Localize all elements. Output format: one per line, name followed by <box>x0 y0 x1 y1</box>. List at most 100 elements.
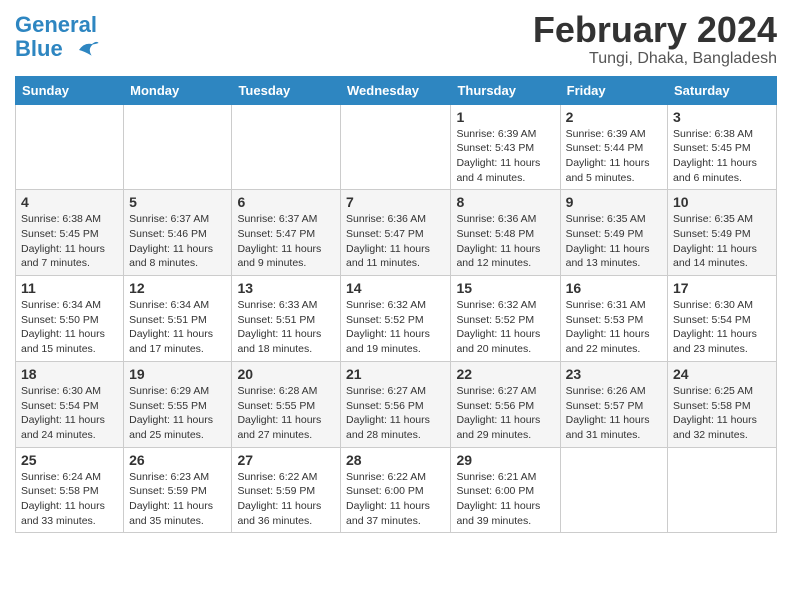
day-number: 11 <box>21 280 118 296</box>
day-number: 19 <box>129 366 226 382</box>
logo: General Blue <box>15 14 100 64</box>
day-number: 27 <box>237 452 335 468</box>
calendar-day-cell: 21 Sunrise: 6:27 AM Sunset: 5:56 PM Dayli… <box>341 361 451 447</box>
day-number: 13 <box>237 280 335 296</box>
day-number: 18 <box>21 366 118 382</box>
day-number: 25 <box>21 452 118 468</box>
calendar-day-cell: 12 Sunrise: 6:34 AM Sunset: 5:51 PM Dayli… <box>124 276 232 362</box>
calendar-day-cell: 27 Sunrise: 6:22 AM Sunset: 5:59 PM Dayli… <box>232 447 341 533</box>
calendar-day-cell: 24 Sunrise: 6:25 AM Sunset: 5:58 PM Dayli… <box>668 361 777 447</box>
day-info: Sunrise: 6:34 AM Sunset: 5:51 PM Dayligh… <box>129 298 226 357</box>
calendar-day-cell: 23 Sunrise: 6:26 AM Sunset: 5:57 PM Dayli… <box>560 361 667 447</box>
day-info: Sunrise: 6:39 AM Sunset: 5:43 PM Dayligh… <box>456 127 554 186</box>
calendar-day-cell <box>16 104 124 190</box>
day-number: 29 <box>456 452 554 468</box>
day-info: Sunrise: 6:34 AM Sunset: 5:50 PM Dayligh… <box>21 298 118 357</box>
calendar-day-cell: 29 Sunrise: 6:21 AM Sunset: 6:00 PM Dayli… <box>451 447 560 533</box>
weekday-header-friday: Friday <box>560 76 667 104</box>
calendar-day-cell <box>668 447 777 533</box>
calendar-day-cell: 20Sunrise: 6:28 AM Sunset: 5:55 PM Dayli… <box>232 361 341 447</box>
calendar-day-cell: 2 Sunrise: 6:39 AM Sunset: 5:44 PM Daylig… <box>560 104 667 190</box>
calendar-day-cell: 8Sunrise: 6:36 AM Sunset: 5:48 PM Daylig… <box>451 190 560 276</box>
calendar-day-cell: 16 Sunrise: 6:31 AM Sunset: 5:53 PM Dayli… <box>560 276 667 362</box>
day-number: 15 <box>456 280 554 296</box>
day-number: 23 <box>566 366 662 382</box>
calendar-day-cell: 1 Sunrise: 6:39 AM Sunset: 5:43 PM Daylig… <box>451 104 560 190</box>
day-number: 5 <box>129 194 226 210</box>
day-info: Sunrise: 6:26 AM Sunset: 5:57 PM Dayligh… <box>566 384 662 443</box>
page-container: General Blue February 2024 Tungi, Dhaka,… <box>15 10 777 533</box>
calendar-day-cell: 5 Sunrise: 6:37 AM Sunset: 5:46 PM Daylig… <box>124 190 232 276</box>
calendar-day-cell: 9Sunrise: 6:35 AM Sunset: 5:49 PM Daylig… <box>560 190 667 276</box>
day-info: Sunrise: 6:24 AM Sunset: 5:58 PM Dayligh… <box>21 470 118 529</box>
day-info: Sunrise: 6:30 AM Sunset: 5:54 PM Dayligh… <box>21 384 118 443</box>
day-info: Sunrise: 6:33 AM Sunset: 5:51 PM Dayligh… <box>237 298 335 357</box>
calendar-day-cell <box>560 447 667 533</box>
day-info: Sunrise: 6:37 AM Sunset: 5:46 PM Dayligh… <box>129 212 226 271</box>
day-number: 21 <box>346 366 445 382</box>
day-info: Sunrise: 6:21 AM Sunset: 6:00 PM Dayligh… <box>456 470 554 529</box>
weekday-header-saturday: Saturday <box>668 76 777 104</box>
day-number: 7 <box>346 194 445 210</box>
logo-blue: Blue <box>15 36 63 61</box>
calendar-table: SundayMondayTuesdayWednesdayThursdayFrid… <box>15 76 777 534</box>
day-info: Sunrise: 6:27 AM Sunset: 5:56 PM Dayligh… <box>346 384 445 443</box>
day-number: 22 <box>456 366 554 382</box>
day-number: 16 <box>566 280 662 296</box>
day-number: 28 <box>346 452 445 468</box>
logo-general: General <box>15 12 97 37</box>
day-info: Sunrise: 6:25 AM Sunset: 5:58 PM Dayligh… <box>673 384 771 443</box>
logo-bird-icon <box>72 36 100 64</box>
calendar-week-row: 1 Sunrise: 6:39 AM Sunset: 5:43 PM Daylig… <box>16 104 777 190</box>
day-number: 26 <box>129 452 226 468</box>
day-info: Sunrise: 6:22 AM Sunset: 5:59 PM Dayligh… <box>237 470 335 529</box>
day-number: 12 <box>129 280 226 296</box>
calendar-day-cell: 25 Sunrise: 6:24 AM Sunset: 5:58 PM Dayli… <box>16 447 124 533</box>
day-number: 24 <box>673 366 771 382</box>
day-info: Sunrise: 6:35 AM Sunset: 5:49 PM Dayligh… <box>673 212 771 271</box>
calendar-week-row: 4 Sunrise: 6:38 AM Sunset: 5:45 PM Daylig… <box>16 190 777 276</box>
day-info: Sunrise: 6:30 AM Sunset: 5:54 PM Dayligh… <box>673 298 771 357</box>
calendar-week-row: 18 Sunrise: 6:30 AM Sunset: 5:54 PM Dayli… <box>16 361 777 447</box>
calendar-day-cell: 22 Sunrise: 6:27 AM Sunset: 5:56 PM Dayli… <box>451 361 560 447</box>
calendar-day-cell: 11 Sunrise: 6:34 AM Sunset: 5:50 PM Dayli… <box>16 276 124 362</box>
weekday-header-tuesday: Tuesday <box>232 76 341 104</box>
calendar-day-cell <box>341 104 451 190</box>
weekday-header-wednesday: Wednesday <box>341 76 451 104</box>
day-number: 14 <box>346 280 445 296</box>
day-info: Sunrise: 6:36 AM Sunset: 5:47 PM Dayligh… <box>346 212 445 271</box>
day-info: Sunrise: 6:28 AM Sunset: 5:55 PM Dayligh… <box>237 384 335 443</box>
month-year-title: February 2024 <box>533 10 777 50</box>
calendar-day-cell: 28 Sunrise: 6:22 AM Sunset: 6:00 PM Dayli… <box>341 447 451 533</box>
day-number: 4 <box>21 194 118 210</box>
day-info: Sunrise: 6:31 AM Sunset: 5:53 PM Dayligh… <box>566 298 662 357</box>
day-number: 1 <box>456 109 554 125</box>
header: General Blue February 2024 Tungi, Dhaka,… <box>15 10 777 68</box>
calendar-day-cell: 7 Sunrise: 6:36 AM Sunset: 5:47 PM Daylig… <box>341 190 451 276</box>
day-info: Sunrise: 6:23 AM Sunset: 5:59 PM Dayligh… <box>129 470 226 529</box>
day-info: Sunrise: 6:38 AM Sunset: 5:45 PM Dayligh… <box>673 127 771 186</box>
calendar-day-cell: 17Sunrise: 6:30 AM Sunset: 5:54 PM Dayli… <box>668 276 777 362</box>
calendar-day-cell <box>232 104 341 190</box>
location-subtitle: Tungi, Dhaka, Bangladesh <box>533 50 777 68</box>
day-info: Sunrise: 6:39 AM Sunset: 5:44 PM Dayligh… <box>566 127 662 186</box>
calendar-day-cell: 4 Sunrise: 6:38 AM Sunset: 5:45 PM Daylig… <box>16 190 124 276</box>
logo-text: General <box>15 14 100 36</box>
logo-blue-text: Blue <box>15 36 100 64</box>
calendar-day-cell: 18 Sunrise: 6:30 AM Sunset: 5:54 PM Dayli… <box>16 361 124 447</box>
day-number: 2 <box>566 109 662 125</box>
calendar-day-cell: 10Sunrise: 6:35 AM Sunset: 5:49 PM Dayli… <box>668 190 777 276</box>
day-info: Sunrise: 6:38 AM Sunset: 5:45 PM Dayligh… <box>21 212 118 271</box>
calendar-day-cell: 19Sunrise: 6:29 AM Sunset: 5:55 PM Dayli… <box>124 361 232 447</box>
weekday-header-thursday: Thursday <box>451 76 560 104</box>
calendar-day-cell: 6Sunrise: 6:37 AM Sunset: 5:47 PM Daylig… <box>232 190 341 276</box>
weekday-header-row: SundayMondayTuesdayWednesdayThursdayFrid… <box>16 76 777 104</box>
day-info: Sunrise: 6:37 AM Sunset: 5:47 PM Dayligh… <box>237 212 335 271</box>
calendar-day-cell: 26 Sunrise: 6:23 AM Sunset: 5:59 PM Dayli… <box>124 447 232 533</box>
day-info: Sunrise: 6:22 AM Sunset: 6:00 PM Dayligh… <box>346 470 445 529</box>
day-info: Sunrise: 6:27 AM Sunset: 5:56 PM Dayligh… <box>456 384 554 443</box>
calendar-day-cell <box>124 104 232 190</box>
calendar-week-row: 25 Sunrise: 6:24 AM Sunset: 5:58 PM Dayli… <box>16 447 777 533</box>
day-info: Sunrise: 6:36 AM Sunset: 5:48 PM Dayligh… <box>456 212 554 271</box>
weekday-header-sunday: Sunday <box>16 76 124 104</box>
